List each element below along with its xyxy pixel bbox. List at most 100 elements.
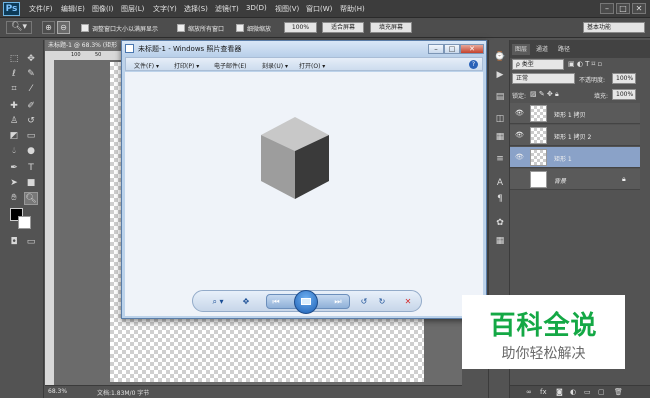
delete-layer-icon[interactable]: 🗑︎ [614,388,623,396]
styles-panel-icon[interactable]: ≡ [493,152,507,166]
eraser-tool-icon[interactable]: ◩ [7,130,21,143]
menu-window[interactable]: 窗口(W) [306,4,332,14]
viewer-close-button[interactable]: ✕ [460,44,484,54]
minimize-button[interactable]: – [600,3,614,14]
previous-icon[interactable]: ⏮ [269,295,283,308]
hand-tool-icon[interactable]: ✋︎ [7,192,21,205]
new-layer-icon[interactable]: ▢ [598,388,605,396]
link-layers-icon[interactable]: ∞ [526,388,532,396]
new-group-icon[interactable]: ▭ [584,388,591,396]
properties-panel-icon[interactable]: ▤ [493,90,507,104]
menu-3d[interactable]: 3D(D) [246,4,267,12]
rotate-ccw-icon[interactable]: ↺ [357,295,371,308]
status-zoom[interactable]: 68.3% [48,388,67,395]
menu-filter[interactable]: 滤镜(T) [215,4,239,14]
help-icon[interactable]: ? [469,60,478,69]
viewer-menu-burn[interactable]: 刻录(U) ▾ [262,61,288,70]
type-tool-icon[interactable]: T [24,162,38,175]
shape-tool-icon[interactable]: ■ [24,177,38,190]
path-select-tool-icon[interactable]: ➤ [7,177,21,190]
pen-tool-icon[interactable]: ✒ [7,162,21,175]
layer-row[interactable]: 👁︎ 矩形 1 拷贝 [510,103,640,124]
scrubby-zoom-checkbox[interactable] [236,24,244,32]
quick-select-tool-icon[interactable]: ✎ [24,68,38,81]
zoom-100-button[interactable]: 100% [284,22,317,33]
character-panel-icon[interactable]: A [493,176,507,190]
visibility-eye-icon[interactable]: 👁︎ [515,109,524,118]
paragraph-panel-icon[interactable]: ¶ [493,192,507,206]
adjustments-panel-icon[interactable]: ◫ [493,112,507,126]
menu-layer[interactable]: 图层(L) [121,4,144,14]
fill-screen-button[interactable]: 填充屏幕 [370,22,412,33]
actual-size-icon[interactable]: ✥ [239,295,253,308]
viewer-menu-email[interactable]: 电子邮件(E) [214,61,246,70]
close-button[interactable]: ✕ [632,3,646,14]
menu-image[interactable]: 图像(I) [92,4,114,14]
marquee-tool-icon[interactable]: ⬚ [7,53,21,66]
delete-icon[interactable]: ✕ [401,295,415,308]
adjustment-layer-icon[interactable]: ◐ [570,388,576,396]
zoom-in-icon[interactable]: ⊕ [42,21,55,34]
viewer-menu-file[interactable]: 文件(F) ▾ [134,61,159,70]
swatches-panel-icon[interactable]: ▦ [493,130,507,144]
viewer-minimize-button[interactable]: – [428,44,444,54]
workspace-select[interactable]: 基本功能 [583,22,645,33]
resize-windows-label: 调整窗口大小以满屏显示 [92,26,159,33]
layer-filter-select[interactable]: ρ 类型 [512,59,564,70]
lasso-tool-icon[interactable]: ℓ [7,68,21,81]
crop-tool-icon[interactable]: ⌗ [7,83,21,96]
tab-paths[interactable]: 路径 [555,44,573,55]
viewer-menu-open[interactable]: 打开(O) ▾ [299,61,325,70]
next-icon[interactable]: ⏭ [331,295,345,308]
menu-help[interactable]: 帮助(H) [340,4,365,14]
3d-panel-icon[interactable]: ✿ [493,216,507,230]
menu-file[interactable]: 文件(F) [29,4,53,14]
add-mask-icon[interactable]: ◙ [556,388,563,396]
dodge-tool-icon[interactable]: ● [24,145,38,158]
blur-tool-icon[interactable]: 💧︎ [7,145,21,158]
zoom-all-checkbox[interactable] [177,24,185,32]
menu-edit[interactable]: 编辑(E) [61,4,85,14]
eyedropper-tool-icon[interactable]: ⁄ [24,83,38,96]
gradient-tool-icon[interactable]: ▭ [24,130,38,143]
fill-input[interactable]: 100% [612,89,636,100]
layer-row[interactable]: 👁︎ 矩形 1 拷贝 2 [510,125,640,146]
maximize-button[interactable]: □ [616,3,630,14]
visibility-eye-icon[interactable]: 👁︎ [515,153,524,162]
fill-label: 填充: [594,93,609,100]
brush-tool-icon[interactable]: ✐ [24,100,38,113]
history-brush-icon[interactable]: ↺ [24,115,38,128]
blend-mode-select[interactable]: 正常 [512,73,575,84]
move-tool-icon[interactable]: ✥ [24,53,38,66]
filter-pixel-icon[interactable]: ▣ ◐ T ⌑ ▫ [568,60,602,68]
zoom-tool-icon[interactable]: 🔍︎▾ [6,21,32,34]
opacity-input[interactable]: 100% [612,73,636,84]
fit-screen-button[interactable]: 适合屏幕 [322,22,364,33]
zoom-out-icon[interactable]: ⊖ [57,21,70,34]
timeline-panel-icon[interactable]: ▦ [493,234,507,248]
menu-type[interactable]: 文字(Y) [153,4,177,14]
zoom-icon[interactable]: ⌕ ▾ [207,295,229,308]
visibility-eye-icon[interactable]: 👁︎ [515,131,524,140]
resize-windows-checkbox[interactable] [81,24,89,32]
tab-channels[interactable]: 通道 [533,44,551,55]
zoom-tool-active-icon[interactable]: 🔍︎ [24,192,38,205]
background-color-swatch[interactable] [18,216,31,229]
screen-mode-icon[interactable]: ▭ [24,236,38,249]
lock-icons[interactable]: ▨ ✎ ✥ 🔒︎ [530,90,559,99]
history-panel-icon[interactable]: ⌚ [493,50,507,64]
actions-panel-icon[interactable]: ▶ [493,68,507,82]
menu-view[interactable]: 视图(V) [275,4,299,14]
quick-mask-icon[interactable]: ◘ [7,236,21,249]
rotate-cw-icon[interactable]: ↻ [375,295,389,308]
layer-row[interactable]: 背景 🔒︎ [510,169,640,190]
slideshow-button[interactable] [294,290,318,314]
viewer-maximize-button[interactable]: □ [444,44,460,54]
tab-layers[interactable]: 图层 [512,44,531,55]
stamp-tool-icon[interactable]: ♙ [7,115,21,128]
viewer-menu-print[interactable]: 打印(P) ▾ [174,61,199,70]
healing-tool-icon[interactable]: ✚ [7,100,21,113]
menu-select[interactable]: 选择(S) [184,4,208,14]
layer-style-icon[interactable]: fx [540,388,547,396]
layer-row-selected[interactable]: 👁︎ 矩形 1 [510,147,640,168]
